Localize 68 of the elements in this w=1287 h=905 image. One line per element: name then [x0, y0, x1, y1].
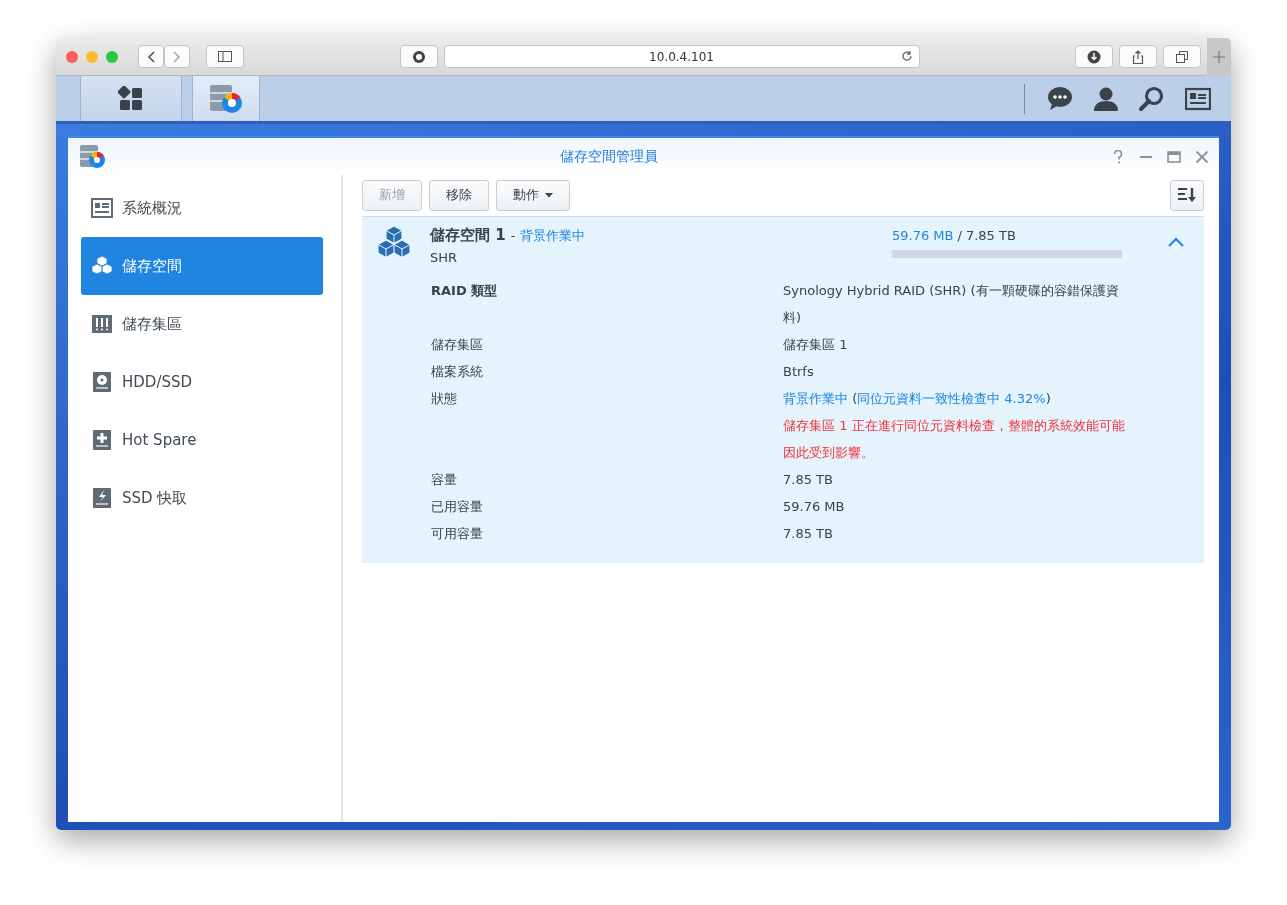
maximize-icon[interactable]	[1167, 149, 1181, 164]
help-icon[interactable]	[1111, 149, 1125, 164]
disk-lightning-icon	[91, 487, 113, 509]
user-icon[interactable]	[1093, 85, 1119, 112]
detail-value: Synology Hybrid RAID (SHR) (有一顆硬碟的容錯保護資料)	[783, 282, 1120, 327]
disk-plus-icon	[91, 429, 113, 451]
download-icon	[1087, 49, 1101, 64]
tabs-icon	[1175, 49, 1189, 64]
detail-value: Btrfs	[783, 363, 815, 381]
volume-status: 背景作業中	[520, 227, 586, 245]
app-grid-icon	[118, 85, 144, 112]
sidebar-item[interactable]: 儲存集區	[81, 295, 323, 353]
separator-text: /	[957, 228, 962, 243]
detail-label: 狀態	[431, 390, 458, 408]
sort-icon	[1177, 187, 1197, 203]
separator-text: -	[510, 228, 516, 243]
chevron-right-icon	[173, 50, 181, 63]
detail-label: 可用容量	[431, 525, 484, 543]
detail-value: 7.85 TB	[783, 525, 834, 543]
close-icon[interactable]	[1195, 149, 1209, 164]
reload-icon[interactable]	[900, 50, 913, 62]
storage-chart-icon	[78, 142, 106, 171]
status-value: 背景作業中 (同位元資料一致性檢查中 4.32%)	[783, 390, 1052, 408]
search-icon[interactable]	[1139, 85, 1165, 112]
share-icon	[1131, 49, 1145, 64]
detail-label: 已用容量	[431, 498, 484, 516]
chat-bubble-icon[interactable]	[1047, 85, 1073, 112]
id-card-icon[interactable]	[1185, 85, 1211, 112]
total-size: 7.85 TB	[965, 228, 1016, 243]
sidebar-item[interactable]: 系統概況	[81, 179, 323, 237]
toolbar-button[interactable]: 動作	[496, 179, 570, 211]
detail-label: 容量	[431, 471, 458, 489]
detail-value: 儲存集區 1	[783, 336, 849, 354]
share-button[interactable]	[1119, 45, 1157, 68]
download-button[interactable]	[1075, 45, 1113, 68]
chevron-left-icon	[147, 50, 155, 63]
detail-label: 檔案系統	[431, 363, 484, 381]
address-field[interactable]: 10.0.4.101	[443, 45, 920, 68]
detail-label: RAID 類型	[431, 282, 499, 300]
detail-value: 59.76 MB	[783, 498, 846, 516]
url-text: 10.0.4.101	[649, 49, 714, 64]
sidebar-icon	[218, 51, 232, 62]
taskbar-button[interactable]	[192, 76, 260, 121]
taskbar-button[interactable]	[80, 76, 182, 121]
back-button[interactable]	[138, 45, 164, 68]
sidebar-item[interactable]: 儲存空間	[81, 237, 323, 295]
caret-icon	[545, 192, 553, 198]
privacy-button[interactable]	[399, 45, 438, 68]
id-card-icon	[91, 197, 113, 219]
detail-value: 7.85 TB	[783, 471, 834, 489]
volume-name: 儲存空間 1	[430, 226, 506, 245]
sidebar-item[interactable]: HDD/SSD	[81, 353, 323, 411]
detail-label: 儲存集區	[431, 336, 484, 354]
toolbar-button[interactable]: 移除	[429, 179, 489, 211]
storage-chart-icon	[208, 82, 244, 115]
warning-message: 儲存集區 1 正在進行同位元資料檢查，整體的系統效能可能因此受到影響。	[783, 417, 1125, 462]
sidebar-button[interactable]	[206, 45, 244, 68]
volume-type: SHR	[430, 250, 459, 265]
sidebar-item[interactable]: SSD 快取	[81, 469, 323, 527]
window-title: 儲存空間管理員	[558, 147, 659, 166]
sidebar-item[interactable]: Hot Spare	[81, 411, 323, 469]
tabs-button[interactable]	[1163, 45, 1201, 68]
storage-pool-icon	[91, 313, 113, 335]
used-size: 59.76 MB	[892, 228, 954, 243]
sort-button[interactable]	[1170, 179, 1204, 211]
cubes-icon	[91, 255, 113, 277]
plus-icon	[1213, 50, 1225, 63]
chevron-up-icon[interactable]	[1168, 237, 1184, 247]
